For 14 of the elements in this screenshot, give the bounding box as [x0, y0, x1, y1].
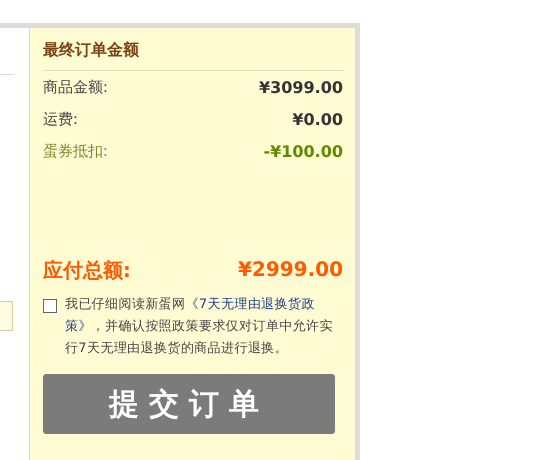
input-field[interactable]: [0, 301, 13, 331]
amount-label: 运费:: [42, 110, 78, 128]
policy-link[interactable]: 策》: [64, 319, 92, 334]
amount-label: 商品金额:: [42, 78, 108, 96]
panel-title: 最终订单金额: [42, 40, 343, 71]
total-value: ¥2999.00: [238, 257, 343, 283]
amount-value: -¥100.00: [263, 142, 343, 160]
amount-value: ¥0.00: [292, 110, 343, 128]
policy-link[interactable]: 《7天无理由退换货政: [186, 297, 315, 312]
amount-label: 蛋券抵扣:: [42, 142, 108, 160]
agreement-checkbox[interactable]: [42, 299, 57, 313]
amount-value: ¥3099.00: [258, 78, 343, 96]
agreement-text: 我已仔细阅读新蛋网《7天无理由退换货政 策》，并确认按照政策要求仅对订单中允许实行7天无理由退换货的商品进行退换。: [64, 296, 334, 358]
total-label: 应付总额:: [42, 257, 131, 284]
